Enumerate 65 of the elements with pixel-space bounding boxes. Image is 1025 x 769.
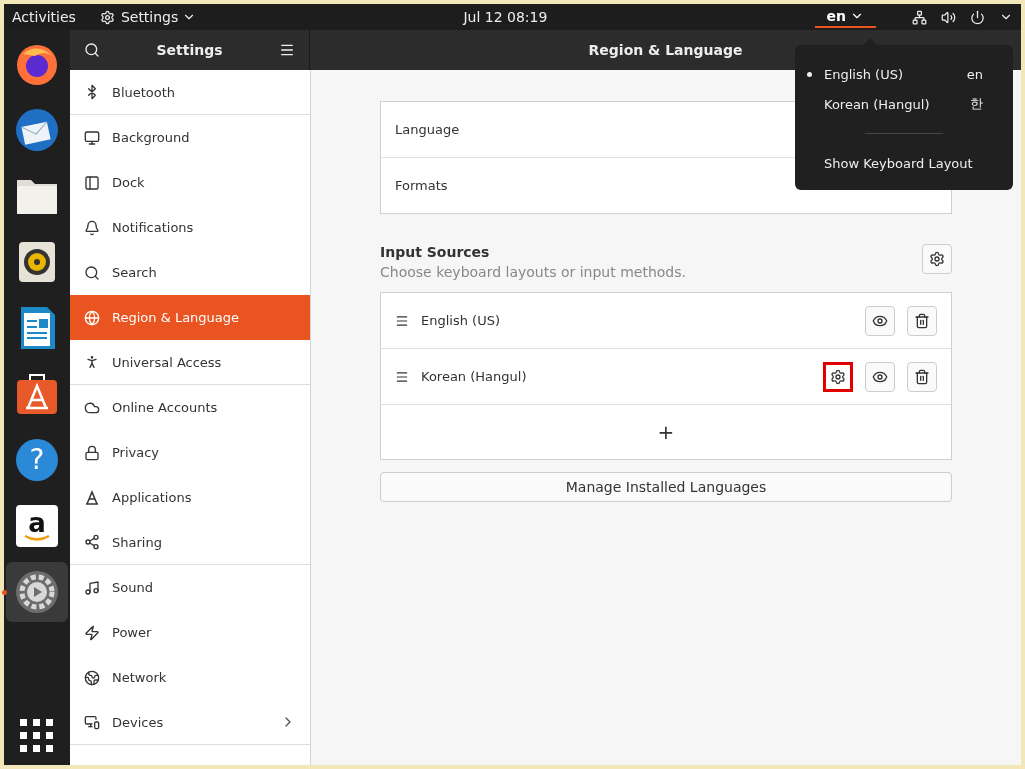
input-source-name: Korean (Hangul) bbox=[421, 369, 528, 384]
sidebar-item[interactable]: Dock bbox=[70, 160, 310, 205]
sidebar-icon bbox=[84, 579, 100, 596]
section-title: Input Sources bbox=[380, 244, 491, 260]
preview-button[interactable] bbox=[865, 305, 895, 336]
volume-icon[interactable] bbox=[941, 9, 956, 25]
sidebar-item[interactable]: Region & Language bbox=[70, 295, 310, 340]
network-icon[interactable] bbox=[912, 9, 927, 25]
remove-button[interactable] bbox=[907, 305, 937, 336]
sidebar-item[interactable]: Applications bbox=[70, 475, 310, 520]
sidebar-item[interactable]: Devices bbox=[70, 700, 310, 745]
sidebar-item[interactable]: Universal Access bbox=[70, 340, 310, 385]
sidebar-item[interactable]: Power bbox=[70, 610, 310, 655]
sidebar-icon bbox=[84, 354, 100, 370]
sidebar-item[interactable]: Sound bbox=[70, 565, 310, 610]
letter-icon bbox=[84, 489, 100, 506]
power-icon[interactable] bbox=[970, 9, 985, 25]
layout-code: 한 bbox=[970, 95, 983, 113]
sidebar-item[interactable]: Online Accounts bbox=[70, 385, 310, 430]
sidebar-item[interactable]: Notifications bbox=[70, 205, 310, 250]
section-subtitle: Choose keyboard layouts or input methods. bbox=[380, 264, 686, 280]
menu-icon[interactable] bbox=[279, 42, 295, 58]
remove-button[interactable] bbox=[907, 361, 937, 392]
sidebar-icon bbox=[84, 219, 100, 236]
shopping-icon[interactable]: a bbox=[13, 502, 61, 550]
menu-item[interactable]: English (US) bbox=[824, 66, 955, 82]
sidebar-icon bbox=[84, 129, 100, 146]
sidebar-icon bbox=[84, 444, 100, 461]
gear-icon bbox=[830, 368, 846, 385]
sidebar-item[interactable]: Search bbox=[70, 250, 310, 295]
activities-button[interactable]: Activities bbox=[12, 9, 76, 25]
input-source-name: English (US) bbox=[421, 313, 501, 328]
sidebar-icon bbox=[84, 669, 100, 686]
settings-icon[interactable] bbox=[13, 568, 61, 616]
gear-icon bbox=[929, 251, 945, 267]
trash-icon bbox=[914, 368, 930, 385]
app-grid-icon[interactable] bbox=[20, 719, 54, 753]
sidebar-icon bbox=[84, 534, 100, 550]
menu-item[interactable]: Korean (Hangul) bbox=[824, 96, 958, 112]
sidebar-item[interactable]: Bluetooth bbox=[70, 70, 310, 115]
mail-icon[interactable] bbox=[13, 106, 61, 154]
layout-code: en bbox=[966, 66, 983, 82]
gear-icon[interactable] bbox=[99, 9, 115, 25]
settings-button[interactable] bbox=[823, 361, 853, 392]
help-icon[interactable]: ? bbox=[13, 436, 61, 484]
trash-icon bbox=[914, 312, 930, 329]
sidebar-item[interactable]: Network bbox=[70, 655, 310, 700]
sidebar-item[interactable]: Background bbox=[70, 115, 310, 160]
clock[interactable]: Jul 12 08:19 bbox=[463, 9, 548, 25]
sidebar-item[interactable]: Sharing bbox=[70, 520, 310, 565]
drag-handle-icon[interactable] bbox=[395, 369, 409, 384]
sidebar-item[interactable]: Privacy bbox=[70, 430, 310, 475]
sidebar-icon bbox=[84, 264, 100, 281]
sidebar-icon bbox=[84, 174, 100, 191]
sidebar-icon bbox=[84, 714, 100, 730]
window-title: Region & Language bbox=[588, 42, 743, 58]
sidebar-title: Settings bbox=[156, 42, 223, 58]
sidebar-icon bbox=[84, 309, 100, 326]
drag-handle-icon[interactable] bbox=[395, 313, 409, 328]
input-indicator[interactable]: en bbox=[814, 6, 876, 28]
app-menu[interactable]: Settings bbox=[120, 9, 179, 25]
manage-languages-button[interactable]: Manage Installed Languages bbox=[380, 472, 952, 502]
sidebar-icon bbox=[84, 624, 100, 641]
preview-button[interactable] bbox=[865, 361, 895, 392]
search-icon[interactable] bbox=[84, 42, 100, 58]
